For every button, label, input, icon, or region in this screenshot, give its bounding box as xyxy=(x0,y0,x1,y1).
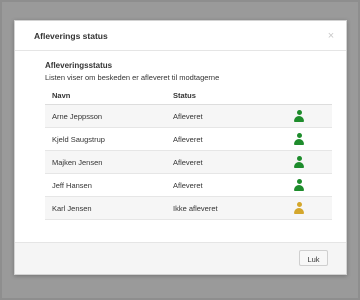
recipient-name: Majken Jensen xyxy=(52,158,103,167)
column-header-status: Status xyxy=(173,91,196,100)
section-title: Afleveringsstatus xyxy=(45,61,113,70)
table-row: Majken Jensen Afleveret xyxy=(45,151,332,174)
recipient-name: Kjeld Saugstrup xyxy=(52,135,105,144)
user-icon xyxy=(294,202,304,214)
modal-header: Afleverings status × xyxy=(15,21,346,51)
user-icon xyxy=(294,179,304,191)
close-button[interactable]: Luk xyxy=(299,250,328,266)
table-row: Kjeld Saugstrup Afleveret xyxy=(45,128,332,151)
close-icon[interactable]: × xyxy=(324,29,338,43)
column-header-name: Navn xyxy=(52,91,71,100)
user-icon xyxy=(294,156,304,168)
delivery-status: Ikke afleveret xyxy=(173,204,218,213)
recipient-name: Jeff Hansen xyxy=(52,181,92,190)
modal-footer: Luk xyxy=(15,242,346,274)
delivery-status: Afleveret xyxy=(173,181,203,190)
user-icon xyxy=(294,110,304,122)
table-row: Karl Jensen Ikke afleveret xyxy=(45,197,332,220)
delivery-status: Afleveret xyxy=(173,112,203,121)
user-icon xyxy=(294,133,304,145)
section-description: Listen viser om beskeden er afleveret ti… xyxy=(45,73,220,82)
table-header: Navn Status xyxy=(45,86,332,105)
delivery-status: Afleveret xyxy=(173,158,203,167)
modal-title: Afleverings status xyxy=(34,31,108,41)
delivery-status: Afleveret xyxy=(173,135,203,144)
recipient-name: Karl Jensen xyxy=(52,204,92,213)
table-row: Arne Jeppsson Afleveret xyxy=(45,105,332,128)
delivery-status-modal: Afleverings status × Afleveringsstatus L… xyxy=(14,20,347,275)
recipients-table: Navn Status Arne Jeppsson Afleveret Kjel… xyxy=(45,86,332,220)
recipient-name: Arne Jeppsson xyxy=(52,112,103,121)
table-row: Jeff Hansen Afleveret xyxy=(45,174,332,197)
